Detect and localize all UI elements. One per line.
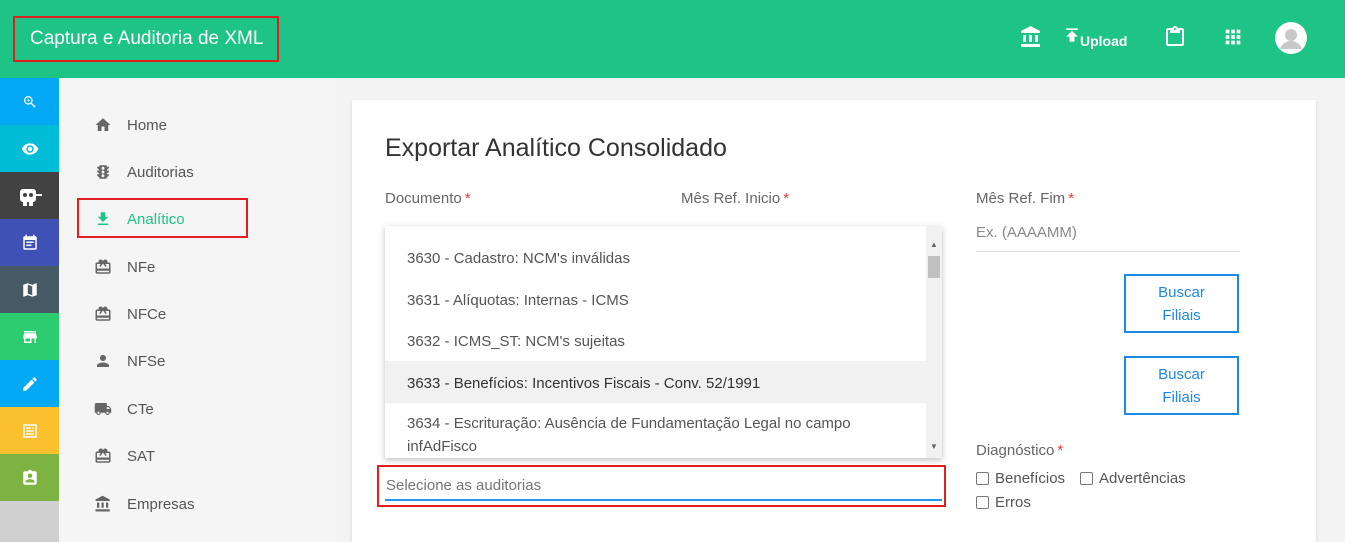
assignment-ind-icon — [22, 469, 37, 485]
avatar-icon — [1276, 23, 1306, 53]
checkbox-label: Benefícios — [995, 470, 1066, 487]
nav-item-nfse[interactable]: NFSe — [94, 349, 165, 373]
event-icon — [22, 234, 37, 250]
nav-item-label: CTe — [127, 400, 154, 418]
mes-inicio-label: Mês Ref. Inicio * — [681, 190, 790, 207]
rail-item-store[interactable] — [0, 313, 59, 360]
nav-item-auditorias[interactable]: Auditorias — [94, 160, 194, 184]
upload-button[interactable]: Upload — [1062, 24, 1142, 52]
edit-icon — [22, 376, 37, 391]
nav-item-label: Analítico — [127, 210, 185, 228]
card-giftcard-icon — [94, 305, 112, 323]
rail-item-view[interactable] — [0, 125, 59, 172]
upload-label: Upload — [1080, 33, 1128, 49]
dropdown-scrollbar[interactable]: ▲ ▼ — [926, 226, 942, 458]
app-title[interactable]: Captura e Auditoria de XML — [13, 16, 279, 62]
buscar-filiais-button[interactable]: Buscar Filiais — [1124, 274, 1239, 333]
documento-label: Documento * — [385, 190, 471, 207]
map-icon — [22, 282, 37, 297]
rail-item-robot[interactable] — [0, 172, 59, 219]
required-mark: * — [464, 190, 471, 207]
checkbox-box[interactable] — [976, 472, 989, 485]
person-icon — [94, 352, 112, 370]
side-nav: Home Auditorias Analítico NFe NFCe NFSe … — [59, 78, 336, 542]
auditorias-search-input[interactable] — [385, 471, 942, 501]
diagnostico-label: Diagnóstico * — [976, 442, 1064, 459]
nav-item-home[interactable]: Home — [94, 113, 167, 137]
nav-item-nfe[interactable]: NFe — [94, 255, 155, 279]
receipt-icon — [22, 423, 37, 438]
dropdown-option[interactable]: 3631 - Alíquotas: Internas - ICMS — [385, 280, 926, 322]
beneficios-checkbox[interactable]: Benefícios — [976, 470, 1065, 487]
eye-icon — [21, 142, 38, 155]
documento-dropdown[interactable]: 3630 - Cadastro: NCM's inválidas 3631 - … — [385, 226, 942, 458]
nav-item-label: SAT — [127, 447, 156, 465]
card-giftcard-icon — [94, 258, 112, 276]
export-card: Exportar Analítico Consolidado Documento… — [352, 100, 1316, 542]
nav-item-label: NFe — [127, 258, 156, 276]
nav-item-cte[interactable]: CTe — [94, 397, 154, 421]
nav-item-nfce[interactable]: NFCe — [94, 302, 166, 326]
required-mark: * — [783, 190, 790, 207]
traffic-icon — [94, 163, 112, 181]
checkbox-label: Erros — [995, 494, 1031, 511]
advertencias-checkbox[interactable]: Advertências — [1080, 470, 1186, 487]
auditorias-search-highlight — [377, 465, 946, 507]
checkbox-box[interactable] — [1080, 472, 1093, 485]
checkbox-label: Advertências — [1099, 470, 1186, 487]
mes-fim-input[interactable]: Ex. (AAAAMM) — [976, 224, 1240, 252]
scroll-down-arrow-icon[interactable]: ▼ — [930, 442, 938, 451]
side-rail — [0, 78, 59, 542]
store-icon — [22, 330, 37, 343]
rail-item-map[interactable] — [0, 266, 59, 313]
nav-item-label: Auditorias — [127, 163, 194, 181]
top-app-bar: Captura e Auditoria de XML Upload — [0, 0, 1345, 78]
robot-icon — [19, 188, 42, 206]
page-title: Exportar Analítico Consolidado — [385, 134, 727, 162]
dropdown-option[interactable]: 3634 - Escrituração: Ausência de Fundame… — [385, 405, 926, 457]
card-giftcard-icon — [94, 447, 112, 465]
mes-fim-placeholder: Ex. (AAAAMM) — [976, 224, 1077, 241]
apps-grid-icon[interactable] — [1222, 26, 1244, 53]
dropdown-option-highlighted[interactable]: 3633 - Benefícios: Incentivos Fiscais - … — [385, 361, 926, 403]
checkbox-box[interactable] — [976, 496, 989, 509]
erros-checkbox[interactable]: Erros — [976, 494, 1031, 511]
home-icon — [94, 116, 112, 134]
nav-item-label: Home — [127, 116, 168, 134]
nav-item-sat[interactable]: SAT — [94, 444, 155, 468]
download-icon — [94, 210, 112, 228]
nav-item-label: Empresas — [127, 495, 195, 513]
bank-icon — [94, 495, 112, 513]
dropdown-option[interactable]: 3630 - Cadastro: NCM's inválidas — [385, 238, 926, 280]
zoom-icon — [23, 95, 36, 108]
buscar-filiais-button[interactable]: Buscar Filiais — [1124, 356, 1239, 415]
nav-item-empresas[interactable]: Empresas — [94, 492, 195, 516]
clipboard-icon[interactable] — [1163, 25, 1187, 54]
dropdown-option[interactable]: 3632 - ICMS_ST: NCM's sujeitas — [385, 321, 926, 363]
truck-icon — [94, 400, 112, 418]
rail-item-event[interactable] — [0, 219, 59, 266]
nav-item-label: NFSe — [127, 352, 166, 370]
rail-item-zoom[interactable] — [0, 78, 59, 125]
nav-item-label: NFCe — [127, 305, 167, 323]
scroll-up-arrow-icon[interactable]: ▲ — [930, 240, 938, 249]
mes-fim-label: Mês Ref. Fim * — [976, 190, 1075, 207]
avatar[interactable] — [1275, 22, 1307, 54]
rail-item-edit[interactable] — [0, 360, 59, 407]
scroll-thumb[interactable] — [928, 256, 940, 278]
required-mark: * — [1057, 442, 1064, 459]
required-mark: * — [1068, 190, 1075, 207]
rail-item-assignment[interactable] — [0, 454, 59, 501]
rail-item-receipt[interactable] — [0, 407, 59, 454]
bank-icon[interactable] — [1019, 25, 1043, 54]
nav-item-analitico[interactable]: Analítico — [94, 207, 185, 231]
upload-icon — [1066, 28, 1078, 42]
